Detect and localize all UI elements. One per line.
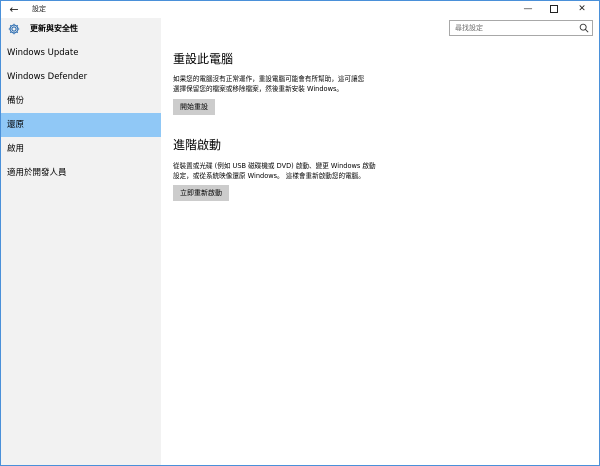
gear-icon — [8, 23, 20, 35]
app-title: 設定 — [32, 5, 46, 13]
sidebar-header: 更新與安全性 — [1, 18, 161, 40]
back-button[interactable]: ← — [5, 1, 23, 18]
reset-heading: 重設此電腦 — [173, 52, 234, 66]
search-placeholder: 尋找設定 — [455, 24, 483, 32]
sidebar-item-for-developers[interactable]: 適用於開發人員 — [1, 161, 161, 185]
reset-description-line1: 如果您的電腦沒有正常運作，重設電腦可能會有所幫助，這可讓您 — [173, 75, 365, 83]
minimize-button[interactable]: — — [517, 1, 539, 18]
advanced-description-line1: 從裝置或光碟 (例如 USB 磁碟機或 DVD) 啟動、變更 Windows 啟… — [173, 162, 376, 170]
advanced-description-line2: 設定，或從系統映像還原 Windows。 這樣會重新啟動您的電腦。 — [173, 172, 365, 180]
sidebar-item-windows-update[interactable]: Windows Update — [1, 41, 161, 65]
sidebar: 更新與安全性 Windows Update Windows Defender 備… — [1, 18, 161, 465]
maximize-button[interactable] — [543, 1, 565, 18]
search-input[interactable]: 尋找設定 — [449, 20, 593, 36]
restart-now-button[interactable]: 立即重新啟動 — [173, 185, 229, 201]
settings-window: ← 設定 — ✕ 更新與安全性 Windows Update Windows D… — [0, 0, 600, 466]
maximize-icon — [550, 4, 558, 13]
sidebar-item-recovery[interactable]: 還原 — [1, 113, 161, 137]
sidebar-item-backup[interactable]: 備份 — [1, 89, 161, 113]
main-content: 尋找設定 重設此電腦 如果您的電腦沒有正常運作，重設電腦可能會有所幫助，這可讓您… — [161, 18, 599, 465]
sidebar-item-activation[interactable]: 啟用 — [1, 137, 161, 161]
start-reset-button[interactable]: 開始重設 — [173, 99, 215, 115]
reset-description-line2: 選擇保留您的檔案或移除檔案，然後重新安裝 Windows。 — [173, 85, 343, 93]
close-button[interactable]: ✕ — [571, 1, 593, 18]
section-title: 更新與安全性 — [30, 24, 78, 33]
title-bar: ← 設定 — ✕ — [1, 1, 599, 18]
sidebar-item-windows-defender[interactable]: Windows Defender — [1, 65, 161, 89]
advanced-startup-heading: 進階啟動 — [173, 138, 222, 152]
search-icon — [579, 23, 589, 33]
